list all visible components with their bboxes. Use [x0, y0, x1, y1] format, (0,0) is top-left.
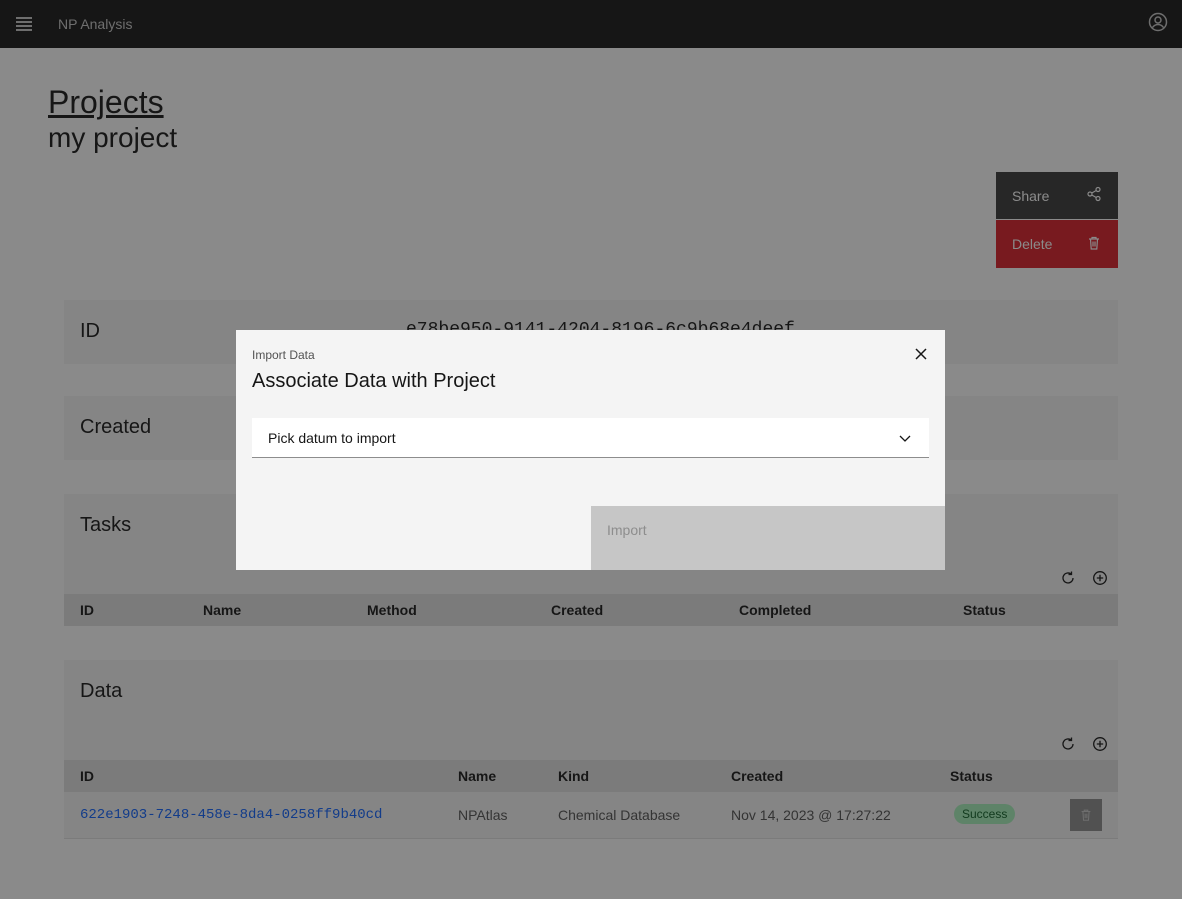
modal-footer-spacer — [236, 506, 591, 570]
close-icon[interactable] — [911, 344, 931, 364]
chevron-down-icon — [897, 430, 913, 446]
import-data-modal: Import Data Associate Data with Project … — [236, 330, 945, 570]
modal-label: Import Data — [252, 348, 315, 362]
modal-heading: Associate Data with Project — [252, 370, 496, 392]
select-placeholder: Pick datum to import — [268, 430, 396, 446]
datum-select-dropdown[interactable]: Pick datum to import — [252, 418, 929, 458]
import-button[interactable]: Import — [591, 506, 945, 570]
